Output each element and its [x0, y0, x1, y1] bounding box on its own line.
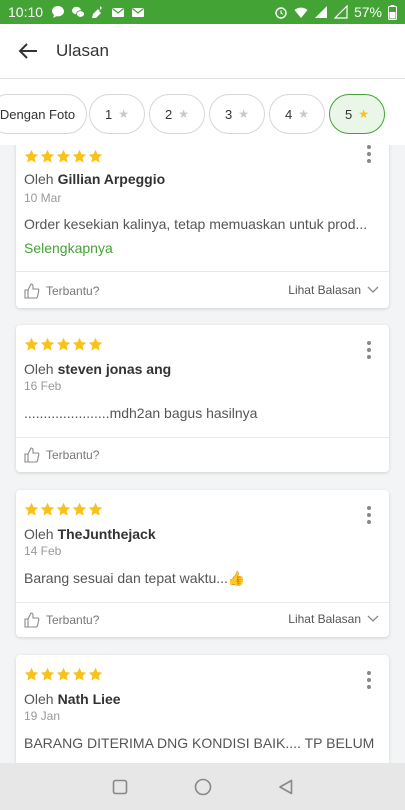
- star-icon: [88, 337, 103, 351]
- more-options-icon[interactable]: [361, 671, 377, 689]
- filter-chip-photo[interactable]: Dengan Foto: [0, 94, 87, 134]
- star-icon: ★: [118, 107, 129, 121]
- rating-stars: [24, 337, 103, 352]
- filter-chip-label: Dengan Foto: [0, 106, 76, 122]
- more-options-icon[interactable]: [361, 341, 377, 359]
- review-card: Oleh steven jonas ang 16 Feb ............…: [16, 325, 389, 472]
- helpful-button[interactable]: Terbantu?: [24, 612, 99, 628]
- rating-stars: [24, 149, 103, 164]
- view-replies-button[interactable]: Lihat Balasan: [288, 612, 379, 626]
- star-icon: [40, 149, 55, 163]
- helpful-button[interactable]: Terbantu?: [24, 283, 99, 299]
- signal-icon: [314, 6, 327, 18]
- review-author: Oleh Nath Liee: [24, 691, 121, 707]
- review-date: 16 Feb: [24, 379, 62, 393]
- review-author: Oleh TheJunthejack: [24, 526, 156, 542]
- mail-icon: [132, 8, 145, 17]
- star-icon: [56, 149, 71, 163]
- review-author: Oleh steven jonas ang: [24, 361, 172, 377]
- review-text: Order kesekian kalinya, tetap memuaskan …: [24, 216, 368, 232]
- wifi-icon: [294, 7, 308, 18]
- review-date: 10 Mar: [24, 191, 62, 205]
- star-icon: [40, 337, 55, 351]
- mail-icon: [112, 8, 125, 17]
- star-icon: ★: [298, 107, 309, 121]
- read-more-link[interactable]: Selengkapnya: [24, 240, 113, 256]
- arrow-left-icon: [18, 43, 37, 59]
- review-card: Oleh Gillian Arpeggio 10 Mar Order keseki…: [16, 145, 389, 308]
- filter-chip-3-star[interactable]: 3 ★: [209, 94, 265, 134]
- home-button[interactable]: [194, 778, 212, 796]
- review-card: Oleh TheJunthejack 14 Feb Barang sesuai d…: [16, 490, 389, 637]
- back-nav-button[interactable]: [278, 779, 294, 795]
- star-icon: ★: [238, 107, 249, 121]
- star-icon: ★: [358, 107, 369, 121]
- filter-chip-4-star[interactable]: 4 ★: [269, 94, 325, 134]
- alarm-icon: [275, 7, 287, 19]
- filter-chip-label: 5: [345, 106, 353, 122]
- star-icon: [56, 667, 71, 681]
- star-icon: [72, 667, 87, 681]
- star-icon: [72, 149, 87, 163]
- star-icon: [88, 667, 103, 681]
- status-time: 10:10: [8, 4, 44, 20]
- review-list[interactable]: Oleh Gillian Arpeggio 10 Mar Order keseki…: [0, 145, 405, 763]
- star-icon: [24, 667, 39, 681]
- more-options-icon[interactable]: [361, 145, 377, 163]
- app-bar: Ulasan: [0, 24, 405, 79]
- filter-chip-2-star[interactable]: 2 ★: [149, 94, 205, 134]
- cleaner-icon: [92, 6, 103, 18]
- review-date: 19 Jan: [24, 709, 61, 723]
- wechat-icon: [72, 6, 85, 18]
- star-icon: [72, 337, 87, 351]
- back-button[interactable]: [0, 24, 56, 79]
- filter-chip-5-star[interactable]: 5 ★: [329, 94, 385, 134]
- review-text: ......................mdh2an bagus hasil…: [24, 405, 258, 421]
- helpful-button[interactable]: Terbantu?: [24, 447, 99, 463]
- rating-filter-bar: Dengan Foto 1 ★ 2 ★ 3 ★ 4 ★ 5 ★: [0, 79, 405, 145]
- battery-percent: 57%: [353, 4, 382, 20]
- thumbs-up-icon: [24, 447, 40, 463]
- star-icon: [40, 667, 55, 681]
- more-options-icon[interactable]: [361, 506, 377, 524]
- filter-chip-label: 2: [165, 106, 173, 122]
- review-card: Oleh Nath Liee 19 Jan BARANG DITERIMA DNG…: [16, 655, 389, 763]
- star-icon: ★: [178, 107, 189, 121]
- view-replies-button[interactable]: Lihat Balasan: [288, 283, 379, 297]
- filter-chip-1-star[interactable]: 1 ★: [89, 94, 145, 134]
- star-icon: [24, 149, 39, 163]
- review-text: Barang sesuai dan tepat waktu...👍: [24, 570, 246, 586]
- star-icon: [88, 149, 103, 163]
- status-bar: 10:10 57%: [0, 0, 405, 24]
- review-author: Oleh Gillian Arpeggio: [24, 171, 166, 187]
- signal-icon: [333, 5, 348, 19]
- recents-button[interactable]: [112, 779, 128, 795]
- rating-stars: [24, 667, 103, 682]
- chevron-down-icon: [367, 286, 379, 293]
- thumbs-up-icon: [24, 283, 40, 299]
- chat-bubble-icon: [52, 6, 65, 18]
- system-nav-bar: [0, 763, 405, 810]
- review-date: 14 Feb: [24, 544, 62, 558]
- filter-chip-label: 4: [285, 106, 293, 122]
- page-title: Ulasan: [56, 41, 109, 60]
- rating-stars: [24, 502, 103, 517]
- star-icon: [56, 502, 71, 516]
- battery-icon: [388, 4, 397, 20]
- star-icon: [40, 502, 55, 516]
- star-icon: [24, 502, 39, 516]
- chevron-down-icon: [367, 615, 379, 622]
- star-icon: [88, 502, 103, 516]
- filter-chip-label: 1: [105, 106, 113, 122]
- star-icon: [72, 502, 87, 516]
- thumbs-up-icon: [24, 612, 40, 628]
- star-icon: [56, 337, 71, 351]
- review-text: BARANG DITERIMA DNG KONDISI BAIK.... TP …: [24, 735, 375, 751]
- star-icon: [24, 337, 39, 351]
- filter-chip-label: 3: [225, 106, 233, 122]
